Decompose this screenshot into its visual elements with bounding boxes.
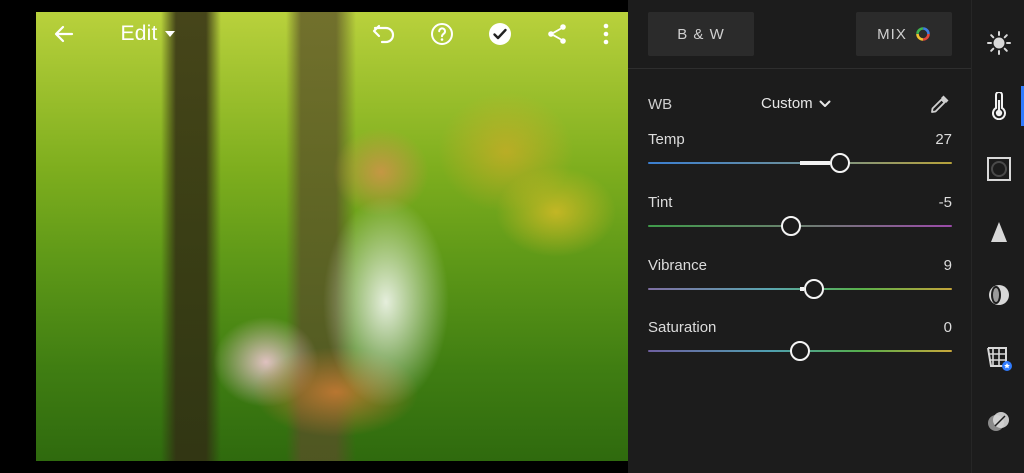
vibrance-slider: Vibrance 9 [648, 257, 952, 303]
help-icon[interactable] [428, 20, 456, 48]
color-panel: B & W MIX WB Custom Temp 27 Tint -5 Vibr… [628, 0, 971, 473]
temp-label: Temp [648, 131, 685, 148]
temp-fill [800, 161, 830, 165]
share-icon[interactable] [544, 20, 570, 48]
detail-icon[interactable] [972, 210, 1024, 254]
color-wheel-icon [916, 27, 930, 41]
tint-value: -5 [938, 194, 952, 211]
tint-label: Tint [648, 194, 673, 211]
panel-divider [628, 68, 971, 69]
top-toolbar: Edit [36, 12, 628, 56]
vibrance-value: 9 [943, 257, 952, 274]
eyedropper-icon[interactable] [928, 92, 952, 121]
undo-icon[interactable] [369, 20, 399, 48]
saturation-slider: Saturation 0 [648, 319, 952, 365]
wb-preset-select[interactable]: Custom [761, 95, 831, 112]
edit-mode-label: Edit [120, 22, 158, 45]
chevron-down-icon [819, 100, 831, 107]
presets-icon[interactable] [972, 400, 1024, 444]
temp-slider: Temp 27 [648, 131, 952, 177]
mix-button[interactable]: MIX [856, 12, 952, 56]
bw-button[interactable]: B & W [648, 12, 754, 56]
saturation-slider-thumb[interactable] [790, 341, 810, 361]
dropdown-triangle-icon [164, 31, 175, 37]
optics-icon[interactable] [972, 273, 1024, 317]
saturation-value: 0 [943, 319, 952, 336]
saturation-label: Saturation [648, 319, 717, 336]
tint-slider: Tint -5 [648, 194, 952, 240]
light-icon[interactable] [972, 21, 1024, 65]
white-balance-row: WB Custom [648, 92, 952, 118]
wb-label: WB [648, 96, 673, 113]
vibrance-label: Vibrance [648, 257, 707, 274]
tint-slider-thumb[interactable] [781, 216, 801, 236]
wb-preset-value: Custom [761, 95, 813, 112]
more-vert-icon[interactable] [596, 20, 616, 48]
temp-value: 27 [935, 131, 952, 148]
done-check-icon[interactable] [486, 20, 514, 48]
vibrance-slider-thumb[interactable] [804, 279, 824, 299]
photo-canvas[interactable] [36, 12, 628, 461]
effects-vignette-icon[interactable] [972, 147, 1024, 191]
tool-rail [971, 0, 1024, 473]
temp-slider-thumb[interactable] [830, 153, 850, 173]
edit-mode-dropdown[interactable]: Edit [116, 20, 180, 48]
back-arrow-icon[interactable] [50, 20, 78, 48]
color-thermometer-icon[interactable] [972, 84, 1024, 128]
geometry-icon[interactable] [972, 336, 1024, 380]
mix-button-label: MIX [877, 25, 907, 43]
